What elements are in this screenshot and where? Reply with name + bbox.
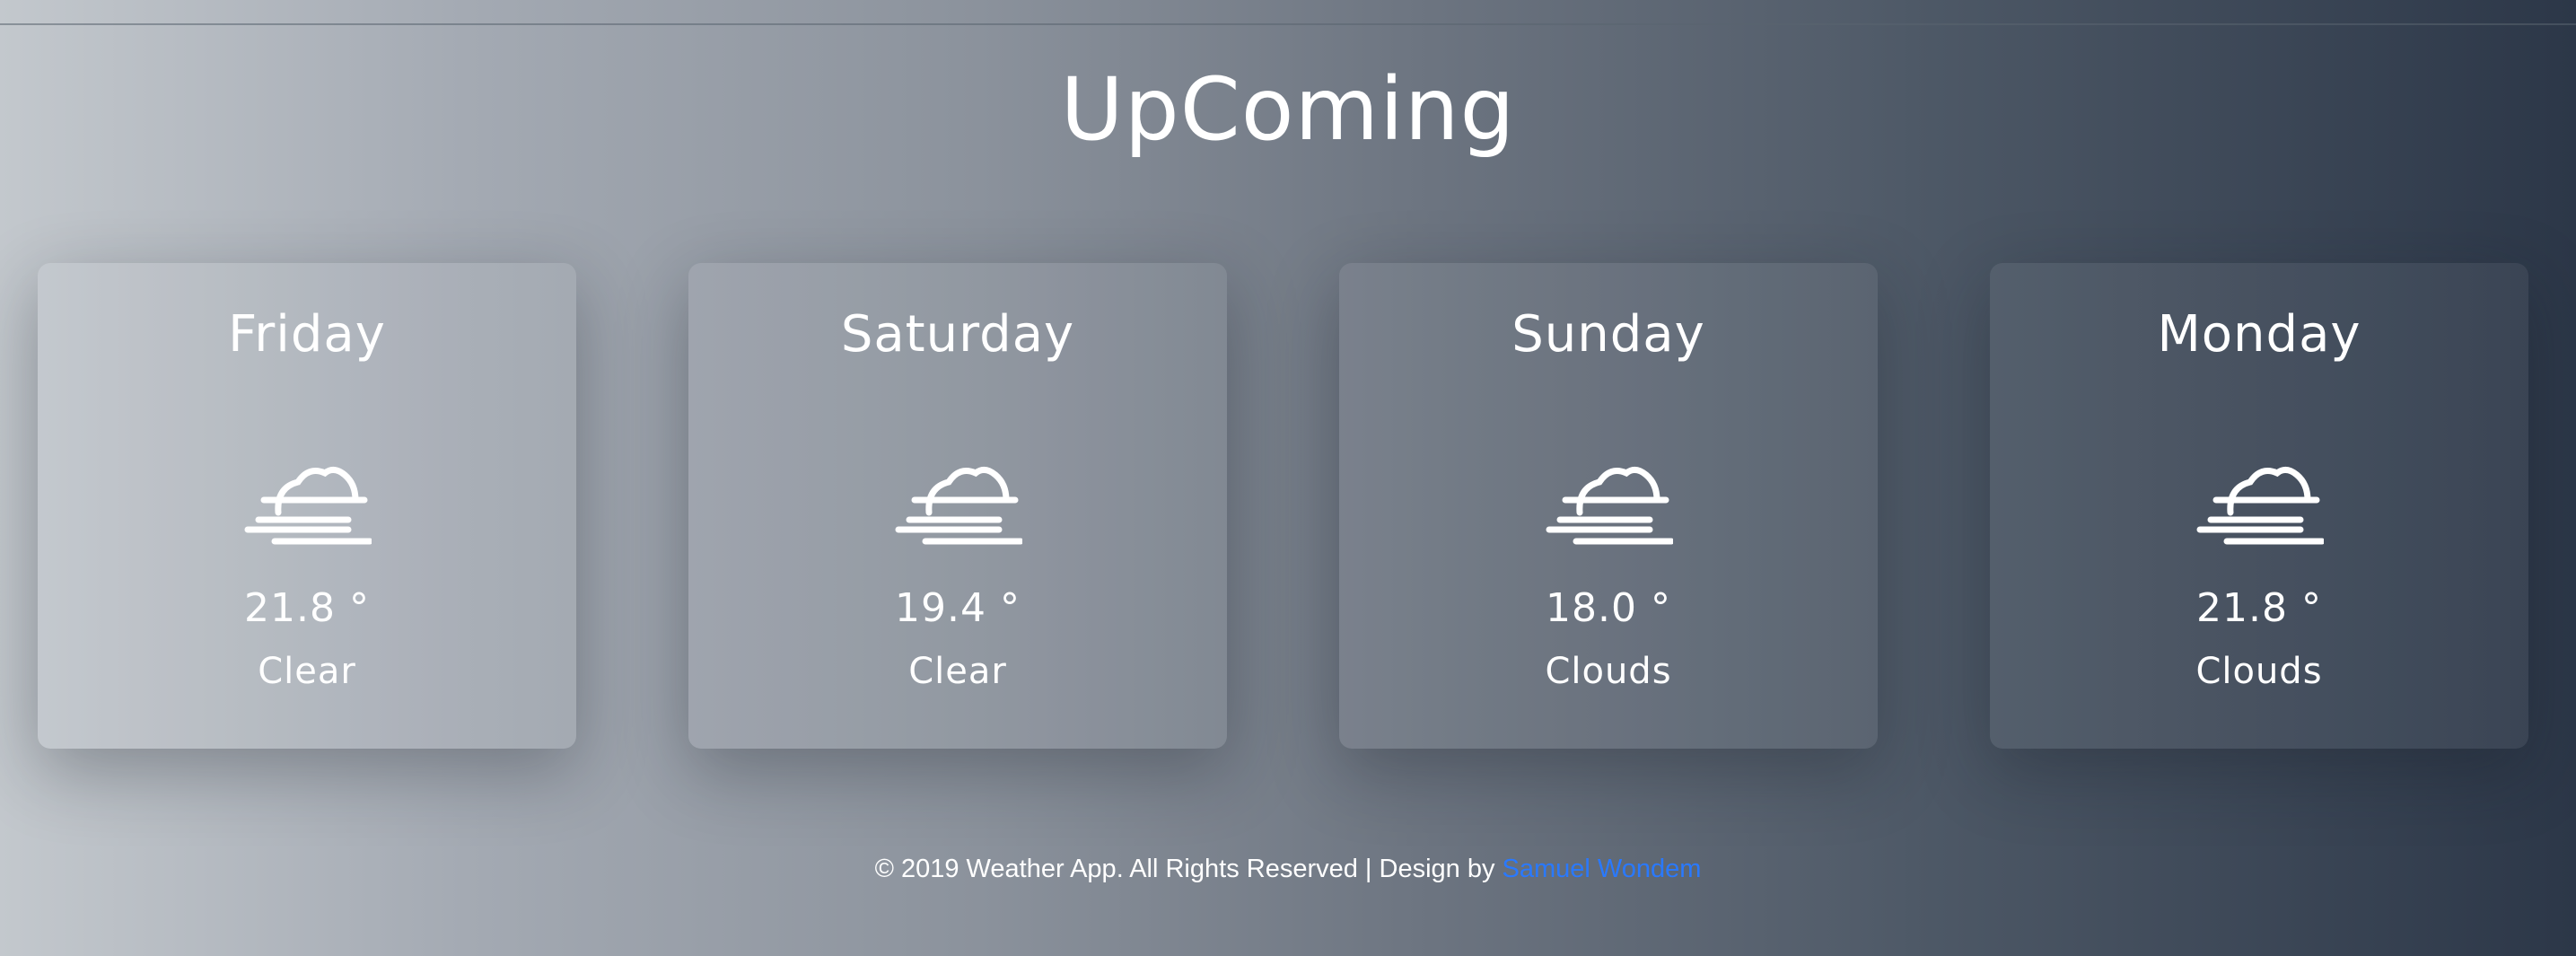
designer-link[interactable]: Samuel Wondem xyxy=(1503,855,1702,883)
forecast-card-saturday: Saturday 19.4 ° Clear xyxy=(688,263,1227,749)
forecast-temperature: 18.0 ° xyxy=(1546,585,1671,631)
forecast-day: Monday xyxy=(2157,305,2361,364)
forecast-day: Friday xyxy=(228,305,386,364)
forecast-card-friday: Friday 21.8 ° Clear xyxy=(38,263,576,749)
footer-copyright: © 2019 Weather App. All Rights Reserved … xyxy=(874,855,1503,883)
fog-icon xyxy=(1544,460,1673,550)
forecast-temperature: 19.4 ° xyxy=(895,585,1021,631)
forecast-temperature: 21.8 ° xyxy=(2196,585,2322,631)
fog-icon xyxy=(2195,460,2324,550)
footer: © 2019 Weather App. All Rights Reserved … xyxy=(0,849,2576,889)
forecast-card-monday: Monday 21.8 ° Clouds xyxy=(1990,263,2528,749)
forecast-description: Clear xyxy=(908,651,1007,692)
forecast-day: Sunday xyxy=(1511,305,1705,364)
fog-icon xyxy=(242,460,372,550)
page-title: UpComing xyxy=(1060,59,1516,160)
forecast-day: Saturday xyxy=(840,305,1075,364)
forecast-temperature: 21.8 ° xyxy=(244,585,370,631)
fog-icon xyxy=(893,460,1022,550)
forecast-description: Clear xyxy=(258,651,356,692)
forecast-card-sunday: Sunday 18.0 ° Clouds xyxy=(1339,263,1878,749)
top-divider xyxy=(0,23,2576,25)
forecast-description: Clouds xyxy=(1545,651,1672,692)
forecast-description: Clouds xyxy=(2195,651,2323,692)
